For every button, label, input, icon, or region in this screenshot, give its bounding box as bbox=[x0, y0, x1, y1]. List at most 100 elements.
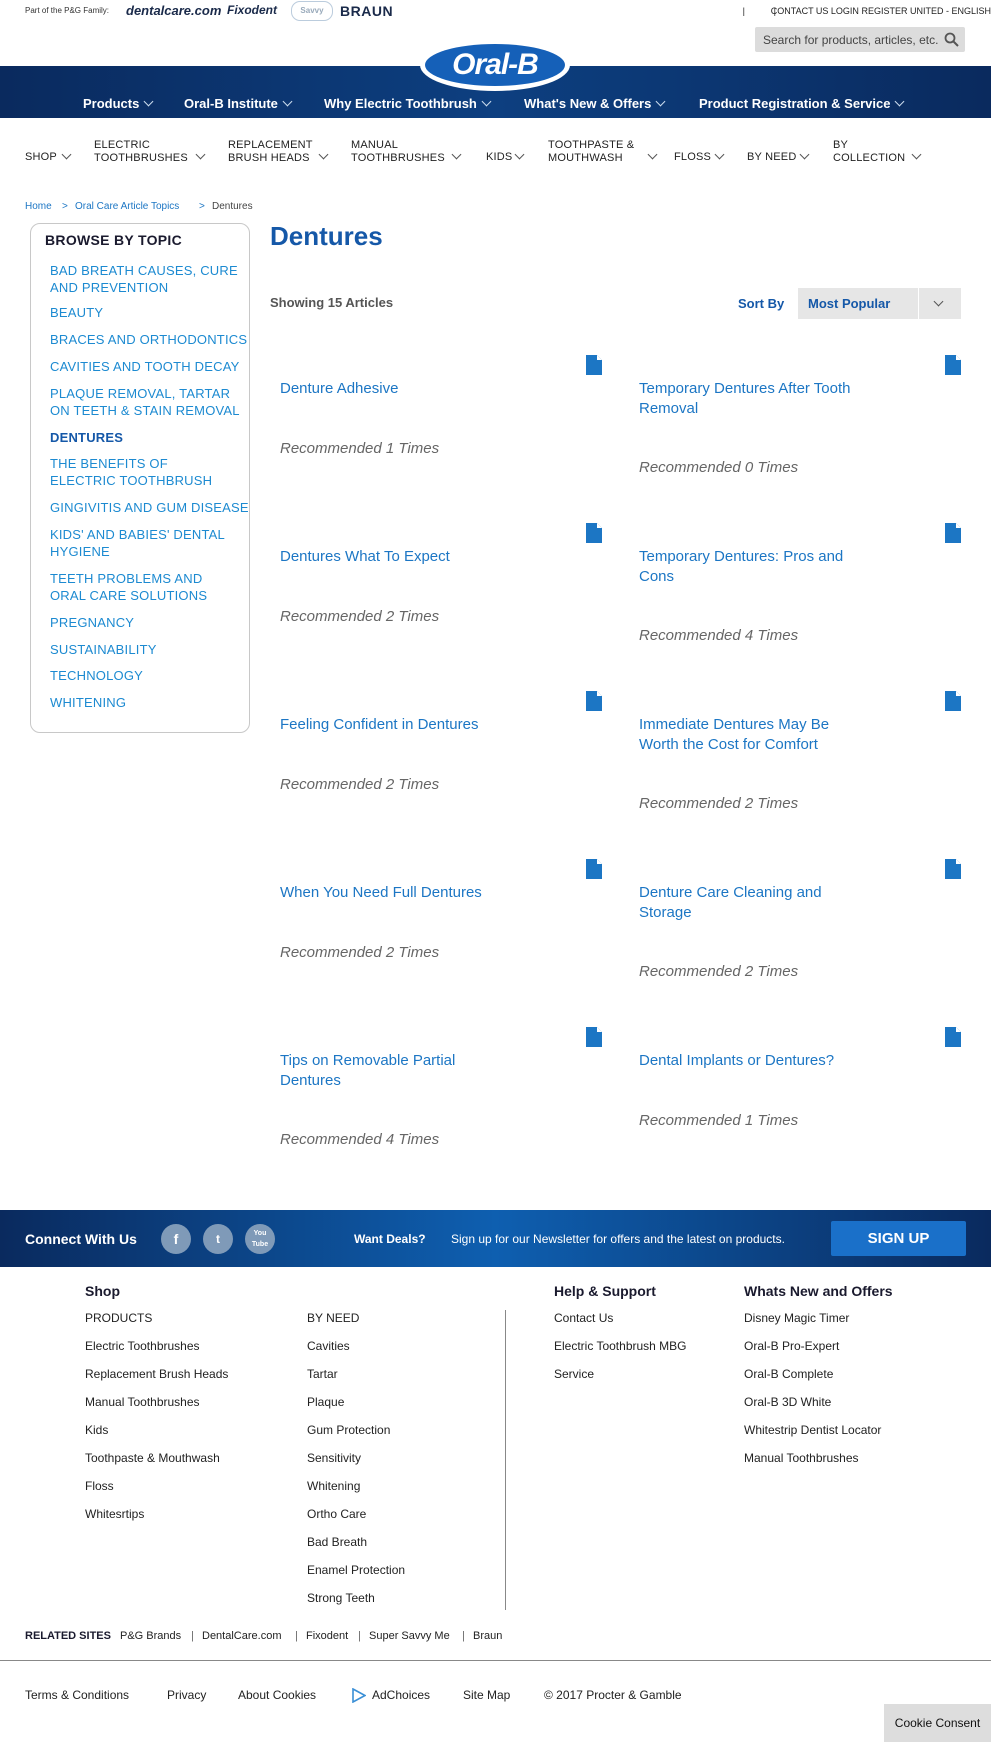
category-manual-toothbrushes[interactable]: MANUAL TOOTHBRUSHES bbox=[351, 139, 445, 165]
facebook-icon[interactable]: f bbox=[161, 1224, 191, 1254]
category-electric-toothbrushes[interactable]: ELECTRIC TOOTHBRUSHES bbox=[94, 139, 188, 165]
sign-up-button[interactable]: SIGN UP bbox=[831, 1221, 966, 1256]
footer-link[interactable]: Replacement Brush Heads bbox=[85, 1367, 228, 1381]
article-title-link[interactable]: When You Need Full Dentures bbox=[280, 883, 510, 903]
article-title-link[interactable]: Temporary Dentures After Tooth Removal bbox=[639, 379, 869, 419]
search-input[interactable] bbox=[755, 27, 943, 52]
sidebar-item-pregnancy[interactable]: PREGNANCY bbox=[50, 614, 245, 631]
breadcrumb-oral-care-topics[interactable]: Oral Care Article Topics bbox=[75, 201, 179, 212]
footer-link[interactable]: Bad Breath bbox=[307, 1535, 367, 1549]
sidebar-item-gingivitis[interactable]: GINGIVITIS AND GUM DISEASE bbox=[50, 499, 255, 516]
footer-link[interactable]: Service bbox=[554, 1367, 594, 1381]
footer-link[interactable]: Tartar bbox=[307, 1367, 338, 1381]
sidebar-item-bad-breath[interactable]: BAD BREATH CAUSES, CURE AND PREVENTION bbox=[50, 262, 245, 296]
category-replacement-brush-heads[interactable]: REPLACEMENT BRUSH HEADS bbox=[228, 139, 313, 165]
sidebar-item-braces[interactable]: BRACES AND ORTHODONTICS bbox=[50, 331, 255, 348]
sidebar-item-technology[interactable]: TECHNOLOGY bbox=[50, 667, 245, 684]
footer-link[interactable]: Enamel Protection bbox=[307, 1563, 405, 1577]
article-title-link[interactable]: Dentures What To Expect bbox=[280, 547, 510, 567]
sidebar-item-sustainability[interactable]: SUSTAINABILITY bbox=[50, 641, 245, 658]
nav-why-electric-toothbrush[interactable]: Why Electric Toothbrush bbox=[324, 96, 492, 111]
search-icon[interactable] bbox=[944, 32, 959, 52]
footer-link[interactable]: Cavities bbox=[307, 1339, 350, 1353]
footer-link[interactable]: PRODUCTS bbox=[85, 1311, 152, 1325]
related-site-link[interactable]: DentalCare.com bbox=[202, 1630, 281, 1642]
footer-link[interactable]: Disney Magic Timer bbox=[744, 1311, 849, 1325]
category-floss[interactable]: FLOSS bbox=[674, 151, 711, 164]
footer-link[interactable]: Kids bbox=[85, 1423, 108, 1437]
nav-oral-b-institute[interactable]: Oral-B Institute bbox=[184, 96, 293, 111]
footer-link[interactable]: Oral-B 3D White bbox=[744, 1395, 831, 1409]
chevron-down-icon bbox=[195, 149, 206, 160]
footer-link[interactable]: BY NEED bbox=[307, 1311, 359, 1325]
article-title-link[interactable]: Feeling Confident in Dentures bbox=[280, 715, 510, 735]
article-title-link[interactable]: Tips on Removable Partial Dentures bbox=[280, 1051, 510, 1091]
article-recommended-count: Recommended 1 Times bbox=[280, 440, 440, 457]
sort-dropdown[interactable]: Most Popular bbox=[798, 288, 961, 319]
nav-whats-new-offers[interactable]: What's New & Offers bbox=[524, 96, 666, 111]
category-by-need[interactable]: BY NEED bbox=[747, 151, 797, 164]
supersavvy-logo-link[interactable]: Savvy bbox=[291, 1, 333, 21]
footer-link[interactable]: Electric Toothbrush MBG bbox=[554, 1339, 687, 1353]
category-toothpaste-mouthwash[interactable]: TOOTHPASTE & MOUTHWASH bbox=[548, 139, 634, 165]
related-site-link[interactable]: Braun bbox=[473, 1630, 502, 1642]
nav-product-registration[interactable]: Product Registration & Service bbox=[699, 96, 905, 111]
document-icon bbox=[586, 1027, 602, 1047]
locale-selector[interactable]: UNITED - ENGLISH bbox=[910, 6, 991, 16]
breadcrumb-separator: > bbox=[199, 201, 205, 212]
footer-link[interactable]: Whitestrip Dentist Locator bbox=[744, 1423, 881, 1437]
youtube-icon[interactable]: You Tube bbox=[245, 1224, 275, 1254]
sidebar-item-electric-benefits[interactable]: THE BENEFITS OF ELECTRIC TOOTHBRUSH bbox=[50, 455, 235, 489]
terms-link[interactable]: Terms & Conditions bbox=[25, 1688, 129, 1702]
sidebar-item-beauty[interactable]: BEAUTY bbox=[50, 304, 245, 321]
sidebar-item-whitening[interactable]: WHITENING bbox=[50, 694, 245, 711]
related-site-link[interactable]: P&G Brands bbox=[120, 1630, 181, 1642]
contact-us-link[interactable]: CONTACT US bbox=[771, 6, 829, 16]
footer-link[interactable]: Toothpaste & Mouthwash bbox=[85, 1451, 220, 1465]
related-site-link[interactable]: Fixodent bbox=[306, 1630, 348, 1642]
article-title-link[interactable]: Dental Implants or Dentures? bbox=[639, 1051, 869, 1071]
footer-link[interactable]: Electric Toothbrushes bbox=[85, 1339, 200, 1353]
cookie-consent-button[interactable]: Cookie Consent bbox=[884, 1704, 991, 1742]
nav-products[interactable]: Products bbox=[83, 96, 154, 111]
category-kids[interactable]: KIDS bbox=[486, 151, 512, 164]
site-map-link[interactable]: Site Map bbox=[463, 1688, 510, 1702]
footer-link[interactable]: Sensitivity bbox=[307, 1451, 361, 1465]
login-link[interactable]: LOGIN bbox=[831, 6, 859, 16]
dentalcare-logo-link[interactable]: dentalcare.com bbox=[126, 3, 221, 18]
footer-link[interactable]: Oral-B Complete bbox=[744, 1367, 833, 1381]
oral-b-logo[interactable]: Oral-B bbox=[420, 39, 570, 91]
sidebar-item-kids-babies[interactable]: KIDS' AND BABIES' DENTAL HYGIENE bbox=[50, 526, 235, 560]
breadcrumb-home[interactable]: Home bbox=[25, 201, 52, 212]
footer-link[interactable]: Whitesrtips bbox=[85, 1507, 144, 1521]
footer-link[interactable]: Manual Toothbrushes bbox=[744, 1451, 859, 1465]
footer-link[interactable]: Floss bbox=[85, 1479, 114, 1493]
footer-link[interactable]: Manual Toothbrushes bbox=[85, 1395, 200, 1409]
article-title-link[interactable]: Temporary Dentures: Pros and Cons bbox=[639, 547, 869, 587]
footer-link[interactable]: Gum Protection bbox=[307, 1423, 390, 1437]
fixodent-logo-link[interactable]: Fixodent bbox=[227, 3, 277, 17]
related-site-link[interactable]: Super Savvy Me bbox=[369, 1630, 450, 1642]
footer-link[interactable]: Contact Us bbox=[554, 1311, 613, 1325]
footer-link[interactable]: Whitening bbox=[307, 1479, 360, 1493]
sidebar-item-cavities[interactable]: CAVITIES AND TOOTH DECAY bbox=[50, 358, 245, 375]
footer-link[interactable]: Plaque bbox=[307, 1395, 344, 1409]
article-title-link[interactable]: Denture Adhesive bbox=[280, 379, 510, 399]
adchoices-link[interactable]: AdChoices bbox=[372, 1688, 430, 1702]
article-title-link[interactable]: Immediate Dentures May Be Worth the Cost… bbox=[639, 715, 869, 755]
article-count: Showing 15 Articles bbox=[270, 295, 394, 310]
braun-logo-link[interactable]: BRAUN bbox=[340, 3, 393, 19]
twitter-icon[interactable]: t bbox=[203, 1224, 233, 1254]
footer-link[interactable]: Strong Teeth bbox=[307, 1591, 375, 1605]
footer-link[interactable]: Ortho Care bbox=[307, 1507, 366, 1521]
privacy-link[interactable]: Privacy bbox=[167, 1688, 206, 1702]
sidebar-item-teeth-problems[interactable]: TEETH PROBLEMS AND ORAL CARE SOLUTIONS bbox=[50, 570, 240, 604]
register-link[interactable]: REGISTER bbox=[861, 6, 907, 16]
sidebar-item-plaque[interactable]: PLAQUE REMOVAL, TARTAR ON TEETH & STAIN … bbox=[50, 385, 245, 419]
sidebar-item-dentures[interactable]: DENTURES bbox=[50, 429, 245, 446]
about-cookies-link[interactable]: About Cookies bbox=[238, 1688, 316, 1702]
article-title-link[interactable]: Denture Care Cleaning and Storage bbox=[639, 883, 869, 923]
category-shop[interactable]: SHOP bbox=[25, 151, 57, 164]
category-by-collection[interactable]: BY COLLECTION bbox=[833, 139, 905, 165]
footer-link[interactable]: Oral-B Pro-Expert bbox=[744, 1339, 839, 1353]
